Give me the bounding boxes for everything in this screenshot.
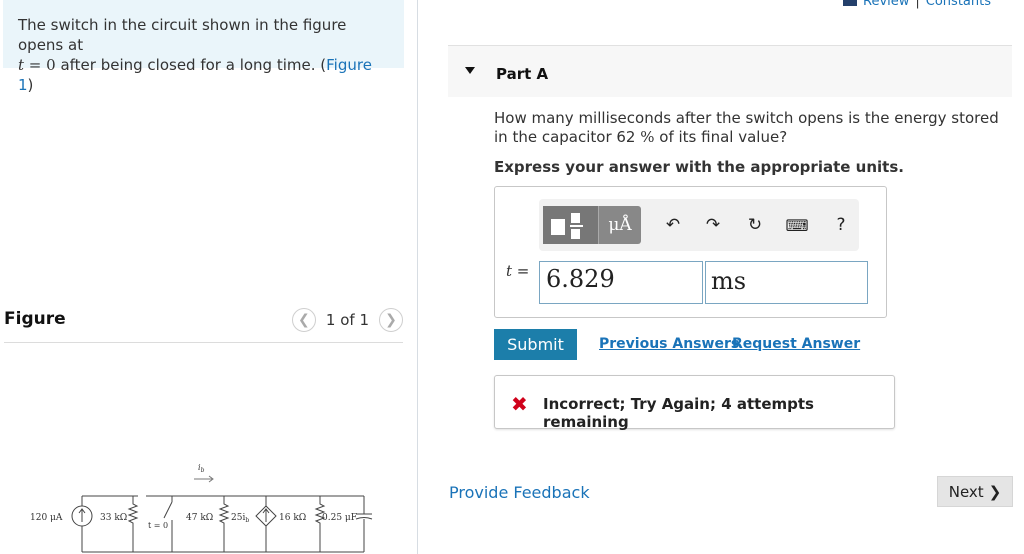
r3-label: 16 kΩ (279, 513, 306, 523)
circuit-diagram: 120 μA 33 kΩ ib t = 0 47 kΩ 25ib 16 kΩ 0… (30, 463, 373, 553)
capacitor-label: 0.25 μF (322, 513, 357, 523)
chevron-left-icon[interactable]: ❮ (291, 308, 316, 332)
next-label: Next (948, 482, 984, 501)
keyboard-icon[interactable]: ⌨ (785, 213, 809, 237)
chevron-right-icon: ❯ (988, 482, 1002, 501)
unit-input[interactable]: ms (705, 261, 868, 304)
template-group: μÅ (543, 206, 641, 244)
r1-label: 33 kΩ (100, 513, 127, 523)
part-label: Part A (496, 65, 549, 83)
reset-icon[interactable]: ↻ (743, 213, 767, 237)
x-mark-icon: ✖ (511, 392, 528, 416)
help-button[interactable]: ? (829, 213, 853, 237)
chevron-right-icon[interactable]: ❯ (379, 308, 403, 332)
next-button[interactable]: Next ❯ (937, 476, 1013, 507)
previous-answers-link[interactable]: Previous Answers (599, 336, 739, 352)
problem-text-2: after being closed for a long time. ( (55, 56, 327, 74)
current-label: ib (198, 463, 205, 474)
units-button[interactable]: μÅ (599, 206, 641, 244)
switch-label: t = 0 (148, 521, 168, 530)
answer-box: μÅ ↶ ↷ ↻ ⌨ ? t = 6.829 ms (494, 186, 887, 318)
review-icon (843, 0, 857, 6)
dependent-source-label: 25ib (231, 513, 249, 524)
feedback-text: Incorrect; Try Again; 4 attempts remaini… (543, 395, 814, 431)
equation-label: t = (506, 262, 529, 280)
problem-t-value: = 0 (24, 56, 56, 74)
figure-header: Figure ❮ 1 of 1 ❯ (4, 307, 403, 343)
problem-text-3: ) (27, 76, 34, 94)
figure-title: Figure (4, 309, 66, 329)
redo-icon[interactable]: ↷ (701, 213, 725, 237)
equals-label: = (512, 262, 530, 280)
part-header[interactable]: Part A (448, 45, 1012, 97)
collapse-triangle-icon[interactable] (465, 67, 475, 74)
header-links: Review | Constants (843, 0, 991, 9)
instructions: Express your answer with the appropriate… (494, 158, 904, 176)
feedback-box: ✖ Incorrect; Try Again; 4 attempts remai… (494, 375, 895, 431)
provide-feedback-link[interactable]: Provide Feedback (449, 483, 590, 502)
math-toolbar: μÅ ↶ ↷ ↻ ⌨ ? (539, 199, 859, 251)
problem-text-1: The switch in the circuit shown in the f… (18, 16, 347, 54)
value-input[interactable]: 6.829 (539, 261, 703, 304)
question-text-2: of its final value? (654, 128, 788, 146)
problem-statement: The switch in the circuit shown in the f… (3, 0, 404, 94)
r2-label: 47 kΩ (186, 513, 213, 523)
header-separator: | (915, 0, 920, 9)
undo-icon[interactable]: ↶ (661, 213, 685, 237)
question-text: How many milliseconds after the switch o… (494, 109, 1014, 147)
source-label: 120 μA (30, 513, 63, 523)
review-link[interactable]: Review (863, 0, 909, 9)
percent-symbol: % (640, 128, 655, 146)
submit-button[interactable]: Submit (494, 329, 577, 360)
constants-link[interactable]: Constants (926, 0, 991, 9)
figure-pager: ❮ 1 of 1 ❯ (291, 308, 403, 332)
left-panel: The switch in the circuit shown in the f… (0, 0, 418, 554)
page-count: 1 of 1 (325, 311, 369, 329)
fraction-template-icon[interactable] (543, 206, 599, 244)
request-answer-link[interactable]: Request Answer (732, 336, 860, 352)
